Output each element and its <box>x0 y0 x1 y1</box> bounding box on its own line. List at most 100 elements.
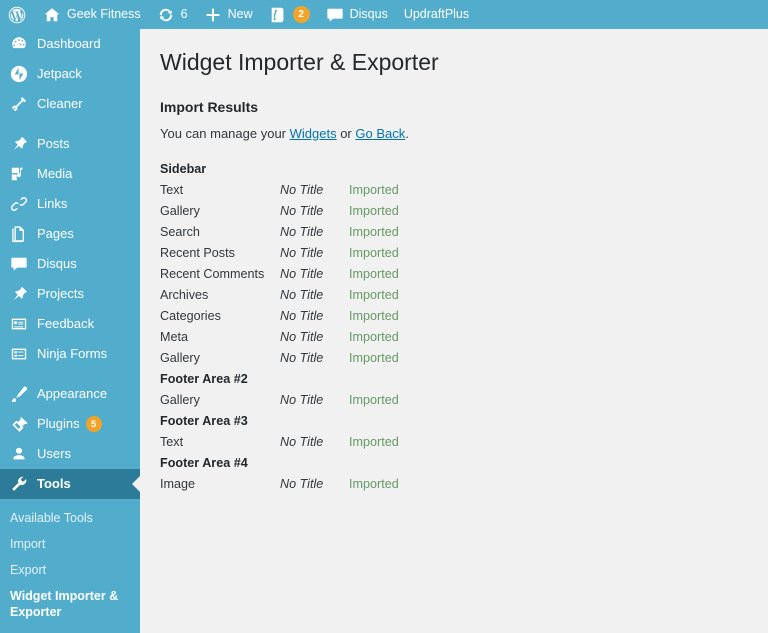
sidebar-item-ninja-forms[interactable]: Ninja Forms <box>0 339 140 369</box>
table-row: Text No Title Imported <box>160 432 399 453</box>
jetpack-icon <box>9 64 29 84</box>
update-icon <box>157 6 175 24</box>
adminbar-item-new-content[interactable]: New <box>196 0 261 29</box>
adminbar-item-updates[interactable]: 6 <box>149 0 196 29</box>
sidebar-item-cleaner[interactable]: Cleaner <box>0 89 140 119</box>
adminbar-item-label: New <box>227 7 253 21</box>
widget-group-header-row: Footer Area #2 <box>160 369 399 390</box>
table-row: Categories No Title Imported <box>160 306 399 327</box>
submenu-item-import[interactable]: Import <box>0 531 140 557</box>
widget-title: No Title <box>280 330 324 344</box>
widget-name: Gallery <box>160 351 200 365</box>
adminbar-item-site-name[interactable]: Geek Fitness <box>35 0 149 29</box>
widget-group-header-row: Sidebar <box>160 159 399 180</box>
sidebar-item-label: Projects <box>37 286 84 301</box>
adminbar-item-wp-logo[interactable] <box>0 0 35 29</box>
sidebar-item-dashboard[interactable]: Dashboard <box>0 29 140 59</box>
sidebar-item-users[interactable]: Users <box>0 439 140 469</box>
widget-title: No Title <box>280 435 324 449</box>
sidebar-item-label: Posts <box>37 136 70 151</box>
widget-name: Gallery <box>160 204 200 218</box>
manage-suffix-text: . <box>405 126 409 141</box>
dashboard-icon <box>9 34 29 54</box>
brush-icon <box>9 384 29 404</box>
adminbar-item-updraftplus[interactable]: UpdraftPlus <box>396 0 477 29</box>
sidebar-item-plugins[interactable]: Plugins 5 <box>0 409 140 439</box>
home-icon <box>43 6 61 24</box>
pages-icon <box>9 224 29 244</box>
sidebar-separator <box>0 119 140 129</box>
widget-status: Imported <box>349 204 399 218</box>
table-row: Text No Title Imported <box>160 180 399 201</box>
feedback-icon <box>9 314 29 334</box>
widget-name: Text <box>160 183 184 197</box>
widget-group-name: Footer Area #3 <box>160 414 248 428</box>
table-row: Gallery No Title Imported <box>160 201 399 222</box>
import-results-table: Sidebar Text No Title Imported Gallery No Tit… <box>160 159 399 495</box>
sidebar-item-disqus[interactable]: Disqus <box>0 249 140 279</box>
adminbar-item-label: UpdraftPlus <box>403 7 470 21</box>
submenu-item-export[interactable]: Export <box>0 557 140 583</box>
table-row: Recent Comments No Title Imported <box>160 264 399 285</box>
main-content: Widget Importer & Exporter Import Result… <box>140 29 768 622</box>
sidebar-badge: 5 <box>85 416 102 432</box>
sidebar-item-label: Feedback <box>37 316 95 331</box>
submenu-item-available-tools[interactable]: Available Tools <box>0 505 140 531</box>
sidebar-item-label: Users <box>37 446 71 461</box>
widget-group-name: Footer Area #4 <box>160 456 248 470</box>
page-title: Widget Importer & Exporter <box>160 49 439 75</box>
sidebar-item-media[interactable]: Media <box>0 159 140 189</box>
widgets-link[interactable]: Widgets <box>290 126 337 141</box>
sidebar-item-tools[interactable]: Tools <box>0 469 140 499</box>
widget-title: No Title <box>280 267 324 281</box>
pin-icon <box>9 134 29 154</box>
widget-status: Imported <box>349 309 399 323</box>
submenu-item-widget-importer-exporter[interactable]: Widget Importer & Exporter <box>0 583 140 625</box>
sidebar-item-projects[interactable]: Projects <box>0 279 140 309</box>
admin-sidebar-menu: Dashboard Jetpack Cleaner Posts Media Links Pa… <box>0 29 140 633</box>
widget-status: Imported <box>349 435 399 449</box>
widget-status: Imported <box>349 351 399 365</box>
manage-prefix-text: You can manage your <box>160 126 290 141</box>
sidebar-item-links[interactable]: Links <box>0 189 140 219</box>
adminbar-badge: 2 <box>292 6 310 23</box>
sidebar-item-posts[interactable]: Posts <box>0 129 140 159</box>
widget-name: Search <box>160 225 200 239</box>
widget-group-name: Footer Area #2 <box>160 372 248 386</box>
adminbar-item-disqus[interactable]: Disqus <box>318 0 396 29</box>
yoast-icon <box>269 6 287 24</box>
sidebar-item-pages[interactable]: Pages <box>0 219 140 249</box>
widget-title: No Title <box>280 225 324 239</box>
adminbar-item-label: 6 <box>180 7 188 21</box>
table-row: Gallery No Title Imported <box>160 348 399 369</box>
tools-submenu: Available Tools Import Export Widget Import… <box>0 499 140 633</box>
widget-status: Imported <box>349 393 399 407</box>
sidebar-item-label: Disqus <box>37 256 77 271</box>
widget-name: Categories <box>160 309 221 323</box>
table-row: Gallery No Title Imported <box>160 390 399 411</box>
widget-group-header-row: Footer Area #4 <box>160 453 399 474</box>
plugins-icon <box>9 414 29 434</box>
sidebar-item-label: Jetpack <box>37 66 82 81</box>
adminbar-item-yoast-seo[interactable]: 2 <box>261 0 318 29</box>
admin-bar: Geek Fitness 6 New 2 Disqus UpdraftPlus <box>0 0 768 29</box>
sidebar-item-jetpack[interactable]: Jetpack <box>0 59 140 89</box>
widget-status: Imported <box>349 225 399 239</box>
sidebar-item-label: Links <box>37 196 68 211</box>
go-back-link[interactable]: Go Back <box>355 126 405 141</box>
sidebar-item-label: Media <box>37 166 73 181</box>
table-row: Archives No Title Imported <box>160 285 399 306</box>
widget-title: No Title <box>280 309 324 323</box>
comment-icon <box>326 6 344 24</box>
table-row: Recent Posts No Title Imported <box>160 243 399 264</box>
table-row: Image No Title Imported <box>160 474 399 495</box>
section-title: Import Results <box>160 99 259 115</box>
sidebar-item-feedback[interactable]: Feedback <box>0 309 140 339</box>
link-icon <box>9 194 29 214</box>
table-row: Search No Title Imported <box>160 222 399 243</box>
widget-name: Recent Posts <box>160 246 235 260</box>
wrench-icon <box>9 474 29 494</box>
sidebar-item-label: Plugins <box>37 416 80 431</box>
comment-icon <box>9 254 29 274</box>
sidebar-item-appearance[interactable]: Appearance <box>0 379 140 409</box>
